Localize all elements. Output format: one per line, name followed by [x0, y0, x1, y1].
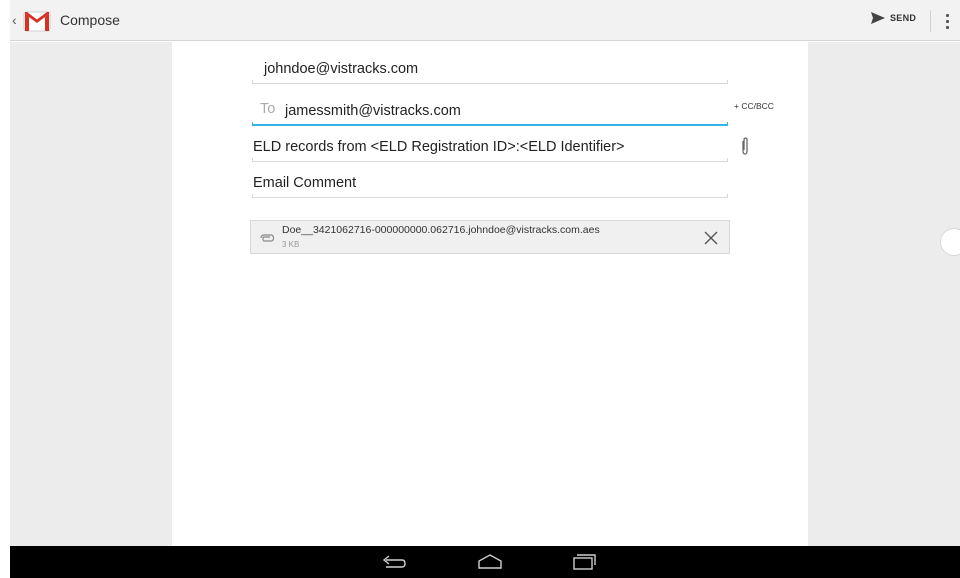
to-label: To	[260, 101, 276, 117]
send-button[interactable]: SEND	[870, 11, 916, 25]
gmail-logo-icon[interactable]	[22, 8, 52, 34]
to-recipient: jamessmith@vistracks.com	[285, 103, 461, 119]
action-divider	[930, 10, 931, 32]
from-value: johndoe@vistracks.com	[264, 61, 419, 77]
recent-apps-icon[interactable]	[570, 552, 598, 572]
body-value: Email Comment	[253, 175, 357, 191]
screen-edge	[0, 0, 10, 578]
paperclip-icon	[260, 234, 275, 242]
compose-form: johndoe@vistracks.com To jamessmith@vist…	[172, 42, 808, 546]
body-field[interactable]: Email Comment	[252, 168, 728, 198]
close-icon[interactable]	[703, 230, 719, 246]
subject-value: ELD records from <ELD Registration ID>:<…	[253, 139, 625, 155]
scroll-handle[interactable]	[940, 228, 960, 256]
subject-field[interactable]: ELD records from <ELD Registration ID>:<…	[252, 132, 728, 162]
from-field[interactable]: johndoe@vistracks.com	[252, 54, 728, 84]
cc-bcc-button[interactable]: + CC/BCC	[734, 101, 774, 111]
right-gutter	[808, 42, 960, 546]
page-title: Compose	[60, 12, 120, 28]
send-label: SEND	[890, 13, 917, 23]
attachment-name: Doe__3421062716-000000000.062716.johndoe…	[282, 224, 600, 236]
attachment-size: 3 KB	[282, 240, 300, 249]
home-icon[interactable]	[476, 552, 504, 572]
attachment-chip[interactable]: Doe__3421062716-000000000.062716.johndoe…	[250, 220, 730, 254]
system-navigation-bar	[10, 546, 960, 578]
left-gutter	[10, 42, 172, 546]
attach-file-icon[interactable]	[739, 136, 751, 156]
back-icon[interactable]	[380, 552, 408, 572]
send-arrow-icon	[871, 12, 885, 24]
to-field[interactable]: To jamessmith@vistracks.com	[252, 96, 728, 126]
chevron-left-icon[interactable]: ‹	[12, 12, 17, 28]
action-bar: ‹ Compose SEND	[10, 0, 960, 41]
overflow-menu-icon[interactable]	[944, 10, 950, 32]
